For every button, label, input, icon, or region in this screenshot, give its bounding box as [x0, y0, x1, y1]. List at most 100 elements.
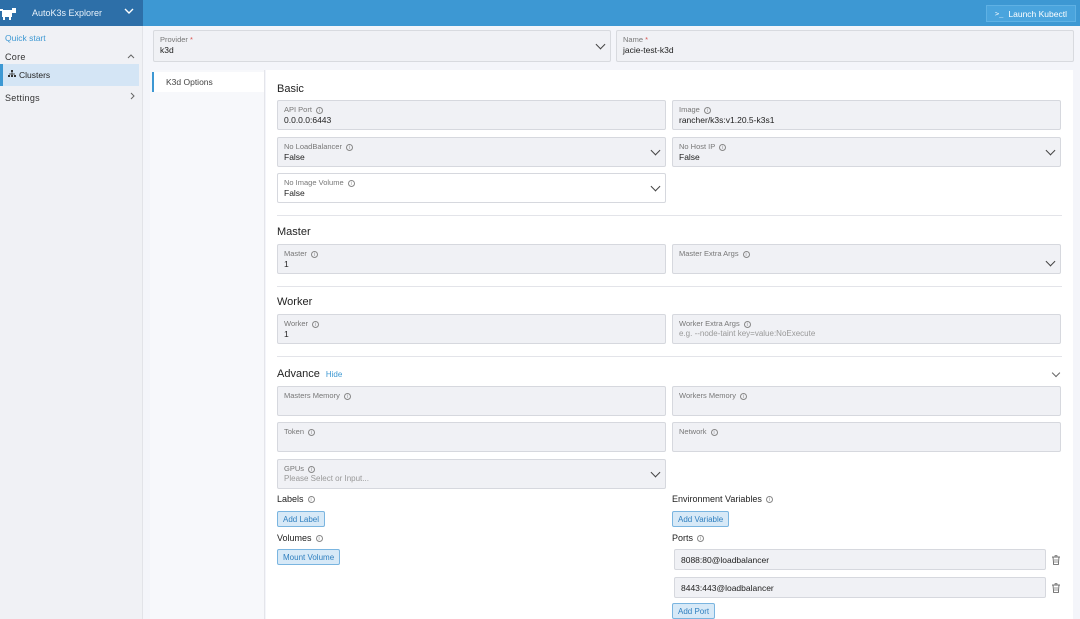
master-extra-args-label: Master Extra Args — [679, 249, 739, 258]
info-icon: i — [307, 496, 315, 504]
trash-icon[interactable] — [1052, 555, 1060, 565]
sidebar-group-core[interactable]: Core — [5, 52, 139, 62]
chevron-down-icon — [1045, 256, 1056, 267]
worker-value: 1 — [284, 329, 289, 339]
gpus-label: GPUs — [284, 464, 305, 473]
volumes-heading: Volumes i — [277, 533, 323, 543]
info-icon: i — [719, 143, 727, 151]
tab-k3d-options[interactable]: K3d Options — [152, 72, 264, 92]
gpus-select[interactable]: GPUs i Please Select or Input... — [277, 459, 666, 489]
section-title-basic: Basic — [277, 83, 304, 95]
masters-memory-field[interactable]: Masters Memory i — [277, 386, 666, 416]
chevron-down-icon[interactable] — [1051, 368, 1061, 378]
env-vars-label: Environment Variables — [672, 494, 762, 504]
chevron-down-icon[interactable] — [124, 7, 134, 17]
provider-label: Provider — [160, 35, 188, 44]
volumes-label: Volumes — [277, 533, 312, 543]
sidebar: Quick start Core Clusters Settings — [0, 26, 143, 619]
name-label: Name — [623, 35, 644, 44]
add-port-button[interactable]: Add Port — [672, 603, 716, 619]
info-icon: i — [308, 465, 316, 473]
worker-extra-args-label: Worker Extra Args — [679, 319, 740, 328]
info-icon: i — [710, 428, 718, 436]
no-loadbalancer-label: No LoadBalancer — [284, 142, 342, 151]
info-icon: i — [739, 392, 747, 400]
labels-heading: Labels i — [277, 494, 315, 504]
no-loadbalancer-select[interactable]: No LoadBalancer i False — [277, 137, 666, 167]
api-port-label: API Port — [284, 105, 312, 114]
cow-logo-icon — [0, 5, 18, 21]
sidebar-item-clusters[interactable]: Clusters — [0, 64, 139, 86]
section-title-advance: Advance Hide — [277, 368, 342, 380]
info-icon: i — [765, 496, 773, 504]
divider — [277, 286, 1062, 287]
image-field[interactable]: Image i rancher/k3s:v1.20.5-k3s1 — [672, 100, 1061, 130]
required-mark: * — [190, 35, 193, 44]
worker-label: Worker — [284, 319, 309, 328]
trash-icon[interactable] — [1052, 583, 1060, 593]
terminal-icon: >_ — [994, 9, 1004, 18]
master-label: Master — [284, 249, 307, 258]
divider — [277, 356, 1062, 357]
chevron-up-icon — [127, 51, 135, 61]
network-field[interactable]: Network i — [672, 422, 1061, 452]
name-value: jacie-test-k3d — [623, 45, 674, 55]
ports-label: Ports — [672, 533, 694, 543]
info-icon: i — [315, 535, 323, 543]
labels-label: Labels — [277, 494, 304, 504]
gpus-placeholder: Please Select or Input... — [284, 474, 369, 483]
quick-start-link[interactable]: Quick start — [5, 33, 46, 43]
info-icon: i — [308, 428, 316, 436]
api-port-field[interactable]: API Port i 0.0.0.0:6443 — [277, 100, 666, 130]
no-host-ip-label: No Host IP — [679, 142, 716, 151]
info-icon: i — [347, 179, 355, 187]
section-title-master: Master — [277, 226, 311, 238]
no-image-volume-label: No Image Volume — [284, 178, 344, 187]
info-icon: i — [742, 250, 750, 258]
add-variable-button[interactable]: Add Variable — [672, 511, 730, 527]
app-switcher[interactable]: AutoK3s Explorer — [0, 0, 143, 26]
env-vars-heading: Environment Variables i — [672, 494, 773, 504]
launch-kubectl-button[interactable]: >_ Launch Kubectl — [985, 5, 1076, 22]
advance-title: Advance — [277, 368, 320, 380]
app-title: AutoK3s Explorer — [32, 8, 103, 18]
provider-select[interactable]: Provider * k3d — [153, 30, 611, 62]
workers-memory-label: Workers Memory — [679, 391, 736, 400]
worker-extra-args-field[interactable]: Worker Extra Args i e.g. --node-taint key… — [672, 314, 1061, 344]
worker-count-field[interactable]: Worker i 1 — [277, 314, 666, 344]
info-icon: i — [697, 535, 705, 543]
token-label: Token — [284, 427, 305, 436]
api-port-value: 0.0.0.0:6443 — [284, 115, 332, 125]
port-input[interactable]: 8088:80@loadbalancer — [674, 549, 1046, 570]
ports-heading: Ports i — [672, 533, 705, 543]
launch-kubectl-label: Launch Kubectl — [1008, 8, 1067, 19]
no-host-ip-select[interactable]: No Host IP i False — [672, 137, 1061, 167]
options-tab-panel: K3d Options — [150, 70, 265, 619]
workers-memory-field[interactable]: Workers Memory i — [672, 386, 1061, 416]
name-field[interactable]: Name * jacie-test-k3d — [616, 30, 1074, 62]
chevron-right-icon — [129, 92, 135, 102]
master-extra-args-select[interactable]: Master Extra Args i — [672, 244, 1061, 274]
info-icon: i — [315, 106, 323, 114]
hide-advance-link[interactable]: Hide — [326, 370, 342, 379]
port-input[interactable]: 8443:443@loadbalancer — [674, 577, 1046, 598]
section-title-worker: Worker — [277, 296, 313, 308]
image-label: Image — [679, 105, 700, 114]
no-image-volume-value: False — [284, 188, 305, 198]
info-icon: i — [703, 106, 711, 114]
no-loadbalancer-value: False — [284, 152, 305, 162]
image-value: rancher/k3s:v1.20.5-k3s1 — [679, 115, 775, 125]
network-label: Network — [679, 427, 707, 436]
master-count-field[interactable]: Master i 1 — [277, 244, 666, 274]
sidebar-group-settings[interactable]: Settings — [5, 92, 139, 103]
token-field[interactable]: Token i — [277, 422, 666, 452]
mount-volume-button[interactable]: Mount Volume — [277, 549, 341, 565]
options-form: Basic API Port i 0.0.0.0:6443 Image i ranc… — [266, 70, 1073, 619]
no-image-volume-select[interactable]: No Image Volume i False — [277, 173, 666, 203]
info-icon: i — [312, 320, 320, 328]
add-label-button[interactable]: Add Label — [277, 511, 326, 527]
sidebar-group-label: Core — [5, 52, 26, 62]
provider-value: k3d — [160, 45, 174, 55]
masters-memory-label: Masters Memory — [284, 391, 340, 400]
worker-extra-args-placeholder: e.g. --node-taint key=value:NoExecute — [679, 329, 816, 338]
